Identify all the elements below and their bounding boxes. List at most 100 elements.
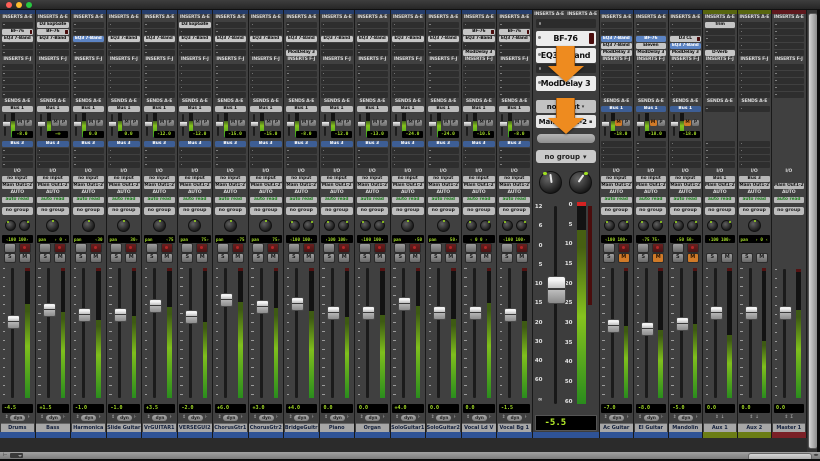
send-bus3-button[interactable]: Bus 3 <box>250 141 282 147</box>
fader-cap[interactable] <box>398 297 411 311</box>
fader-cap[interactable] <box>362 306 375 320</box>
send-pre-button[interactable]: P <box>309 120 316 126</box>
insert-slot-empty[interactable] <box>250 92 282 98</box>
send-pre-button[interactable]: P <box>522 120 529 126</box>
output-selector[interactable]: Main Out1-2 <box>108 183 140 189</box>
insert-slot-empty[interactable] <box>705 71 736 77</box>
pan-knob[interactable] <box>618 220 629 231</box>
output-selector[interactable]: Main Out1-2 <box>179 183 211 189</box>
group-selector[interactable]: no group <box>321 207 353 215</box>
fader-cap[interactable] <box>710 306 723 320</box>
send-fader-cap[interactable] <box>499 121 508 127</box>
send-fader-cap[interactable] <box>2 121 11 127</box>
send-slot-empty[interactable] <box>144 162 176 168</box>
pan-knob[interactable] <box>19 220 30 231</box>
insert-slot-empty[interactable] <box>499 92 531 98</box>
dyn-view-button[interactable]: dyn <box>188 415 203 421</box>
insert-slot-empty[interactable] <box>670 64 701 70</box>
insert-slot-empty[interactable] <box>774 43 805 49</box>
pan-knob[interactable] <box>502 220 513 231</box>
output-selector[interactable]: Main Out1-2 <box>2 183 34 189</box>
group-selector[interactable]: no group <box>250 207 282 215</box>
updown-arrows-icon[interactable]: ⇕ <box>5 415 9 421</box>
track-name[interactable]: ChorusGtr1 <box>214 423 248 432</box>
updown-arrows-icon[interactable]: ⇕ <box>147 415 151 421</box>
dyn-view-button[interactable]: dyn <box>330 415 345 421</box>
send-slot-empty[interactable] <box>705 155 736 161</box>
insert-slot-empty[interactable] <box>739 71 770 77</box>
insert-slot-empty[interactable] <box>179 29 211 35</box>
send-pre-button[interactable]: P <box>238 120 245 126</box>
pan-knob[interactable] <box>569 171 592 194</box>
input-selector[interactable]: no input <box>321 176 353 182</box>
pan-knob[interactable] <box>466 220 477 231</box>
record-enable-button[interactable] <box>19 243 31 253</box>
fader-view-icon[interactable]: ⊦ <box>661 415 663 421</box>
volume-display[interactable]: +4.0 <box>392 404 424 413</box>
record-enable-button[interactable] <box>125 243 137 253</box>
volume-display[interactable]: -4.5 <box>2 404 34 413</box>
insert-slot-empty[interactable] <box>215 78 247 84</box>
output-selector[interactable]: Main Out1-2 <box>636 183 667 189</box>
send-slot-empty[interactable] <box>37 155 69 161</box>
track-name[interactable]: VrGUITAR1 <box>143 423 177 432</box>
group-selector[interactable]: no group <box>601 207 632 215</box>
solo-button[interactable]: S <box>217 253 229 263</box>
mute-button[interactable]: M <box>338 253 350 263</box>
updown-arrows-icon[interactable]: ⇕ <box>715 415 719 421</box>
track-name[interactable]: VERSEGUI2 <box>178 423 212 432</box>
insert-slot-empty[interactable] <box>463 92 495 98</box>
track-name[interactable]: Bass <box>36 423 70 432</box>
mute-button[interactable]: M <box>721 253 733 263</box>
send-slot-empty[interactable] <box>499 155 531 161</box>
send-slot-empty[interactable] <box>144 155 176 161</box>
insert-button[interactable]: EQ3 7-Band <box>286 36 318 42</box>
input-selector[interactable]: no input <box>37 176 69 182</box>
mute-button[interactable]: M <box>196 253 208 263</box>
insert-slot-empty[interactable] <box>2 50 34 56</box>
insert-slot-empty[interactable] <box>463 64 495 70</box>
solo-button[interactable]: S <box>706 253 718 263</box>
insert-slot-empty[interactable] <box>601 71 632 77</box>
send-bus1-button[interactable]: Bus 1 <box>144 106 176 112</box>
volume-display[interactable]: 0.0 <box>705 404 736 413</box>
send-slot-empty[interactable] <box>37 162 69 168</box>
volume-display[interactable]: 0.0 <box>739 404 770 413</box>
send-slot-empty[interactable] <box>463 155 495 161</box>
insert-slot-empty[interactable] <box>179 85 211 91</box>
send-mute-button[interactable]: M <box>88 120 95 126</box>
volume-display[interactable]: -8.0 <box>636 404 667 413</box>
scroll-menu-icon[interactable] <box>10 453 23 458</box>
pan-knob[interactable] <box>480 220 491 231</box>
fader-view-icon[interactable]: ⊦ <box>453 415 455 421</box>
insert-slot-empty[interactable] <box>601 64 632 70</box>
output-selector[interactable]: Main Out1-2 <box>321 183 353 189</box>
insert-slot-empty[interactable] <box>37 78 69 84</box>
send-slot-empty[interactable] <box>601 162 632 168</box>
updown-arrows-icon[interactable]: ⇕ <box>638 415 642 421</box>
insert-slot-empty[interactable] <box>670 92 701 98</box>
send-fader-cap[interactable] <box>108 121 117 127</box>
send-slot-empty[interactable] <box>392 148 424 154</box>
send-slot-empty[interactable] <box>705 148 736 154</box>
send-mute-button[interactable]: M <box>17 120 24 126</box>
record-enable-button[interactable] <box>161 243 173 253</box>
track-name[interactable]: SoloGuitar2 <box>427 423 461 432</box>
input-selector[interactable]: no input <box>108 176 140 182</box>
insert-slot-empty[interactable] <box>321 78 353 84</box>
insert-button[interactable]: BF-76 <box>636 36 667 42</box>
send-bus1-button[interactable]: Bus 1 <box>250 106 282 112</box>
insert-slot-empty[interactable] <box>636 92 667 98</box>
input-selector[interactable]: no input <box>73 176 105 182</box>
send-slot-empty[interactable] <box>2 155 34 161</box>
output-selector[interactable]: Main Out1-2 <box>250 183 282 189</box>
updown-arrows-icon[interactable]: ⇕ <box>76 415 80 421</box>
send-bus3-button[interactable]: Bus 3 <box>73 141 105 147</box>
send-mute-button[interactable]: M <box>265 120 272 126</box>
minimize-window-icon[interactable] <box>16 2 22 8</box>
send-mute-button[interactable]: M <box>123 120 130 126</box>
output-selector[interactable]: Main Out1-2 <box>73 183 105 189</box>
track-name[interactable]: Drums <box>1 423 35 432</box>
insert-slot-empty[interactable] <box>739 50 770 56</box>
dyn-view-button[interactable]: dyn <box>436 415 451 421</box>
